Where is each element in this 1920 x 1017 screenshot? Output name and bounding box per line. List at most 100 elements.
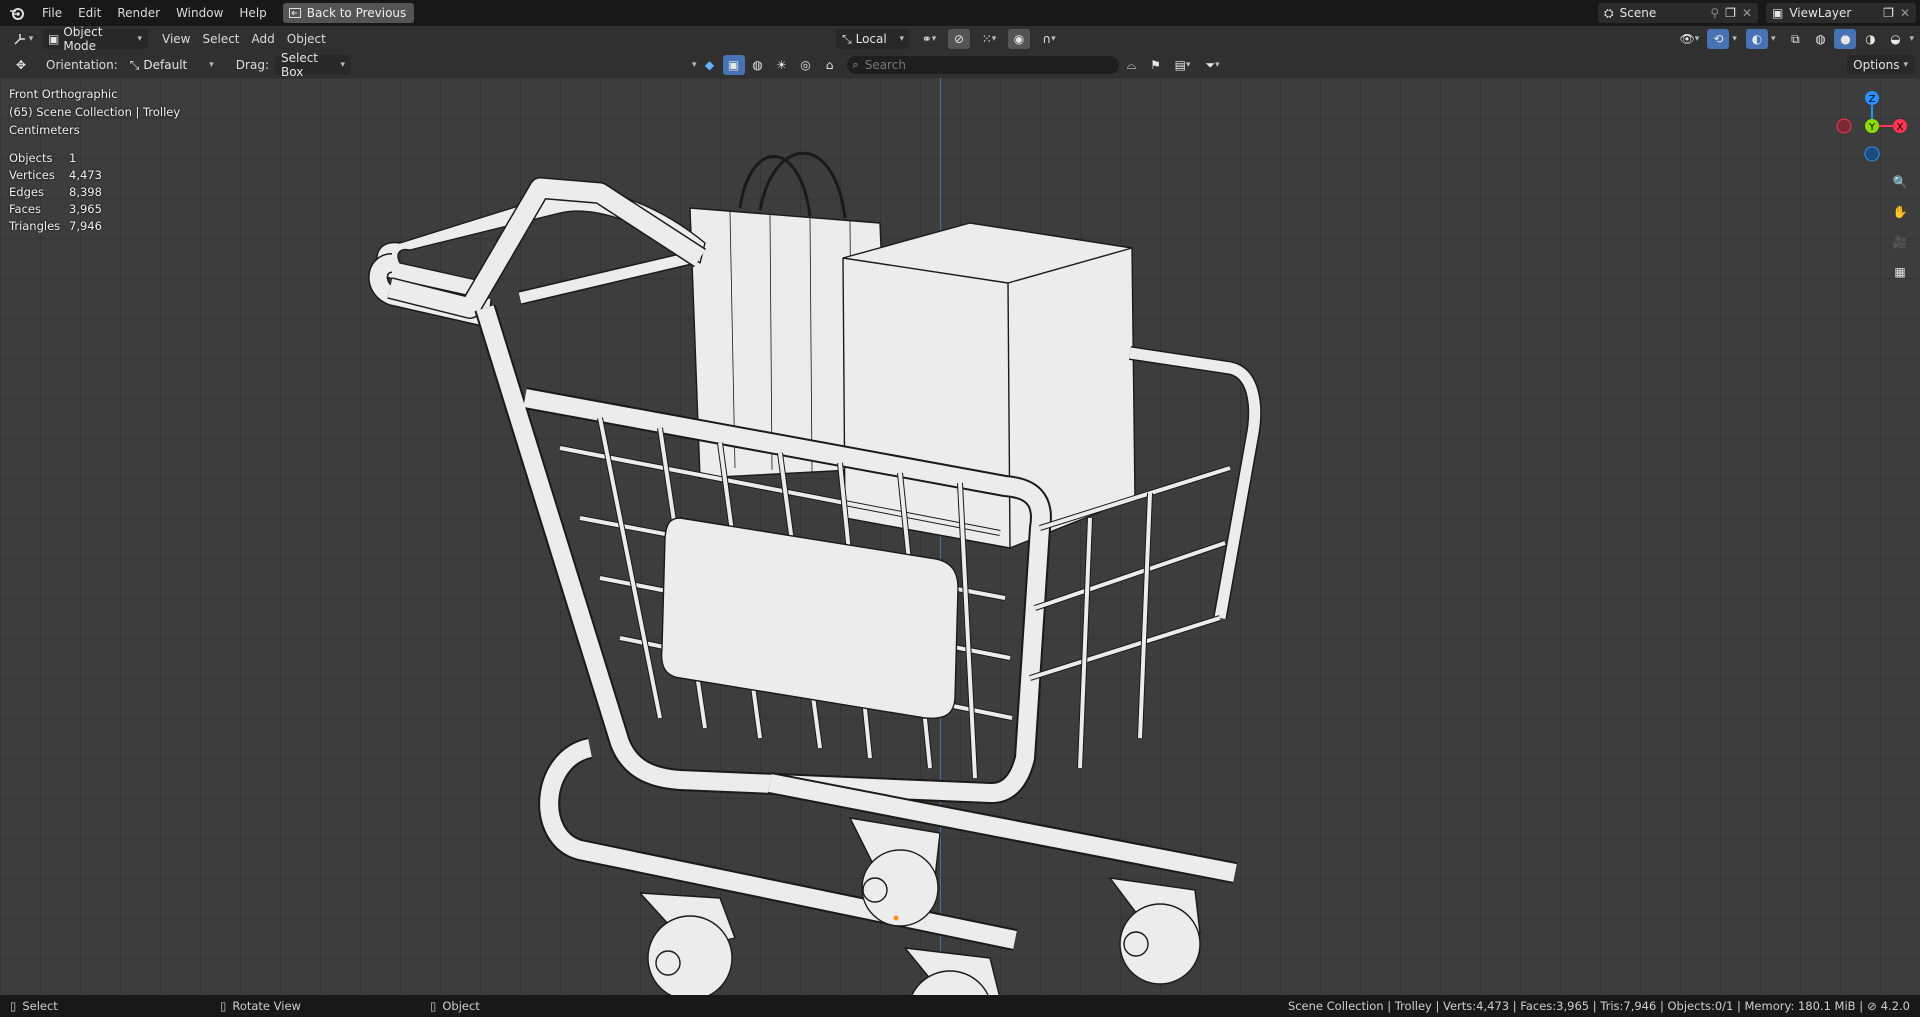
- search-input[interactable]: ⌕ Search: [846, 56, 1119, 74]
- rendered-shading-icon[interactable]: ◒: [1884, 29, 1906, 49]
- visibility-icon[interactable]: 👁 ▾: [1674, 29, 1704, 49]
- drag-label: Drag:: [235, 58, 269, 72]
- pin-icon[interactable]: ⚲: [1710, 6, 1719, 20]
- 3d-viewport[interactable]: Front Orthographic (65) Scene Collection…: [0, 78, 1920, 995]
- select-mode-icon[interactable]: ▣: [722, 55, 745, 75]
- warning-icon: ⊘: [1867, 999, 1877, 1013]
- mode-label: Object Mode: [63, 25, 103, 53]
- hint-label: Object: [442, 999, 480, 1013]
- status-hint-rotate: ▯ Rotate View: [220, 999, 430, 1013]
- orientation-dropdown[interactable]: ⤡ Default ▾: [123, 55, 220, 75]
- orientation-value: Default: [143, 58, 188, 72]
- mouse-middle-icon: ▯: [220, 999, 227, 1013]
- snap-icon[interactable]: ⊘: [948, 29, 970, 49]
- tool-header: ✥ Orientation: ⤡ Default ▾ Drag: Select …: [0, 51, 1920, 79]
- overlays-icon[interactable]: ◐: [1745, 29, 1768, 49]
- orientation-icon: ⤡: [842, 31, 852, 46]
- chevron-down-icon[interactable]: ▾: [1771, 34, 1776, 44]
- orientation-label: Orientation:: [46, 58, 118, 72]
- status-bar: ▯ Select ▯ Rotate View ▯ Object Scene Co…: [0, 995, 1920, 1017]
- snap-target-icon[interactable]: ⁙ ▾: [974, 29, 1004, 49]
- pivot-point-icon[interactable]: ⚭ ▾: [914, 29, 944, 49]
- object-type-icon[interactable]: ◆: [699, 55, 721, 75]
- orientation-icon: ⤡: [129, 57, 140, 72]
- filter-toggle-icon[interactable]: ⌓: [1121, 55, 1143, 75]
- status-hint-select: ▯ Select: [10, 999, 220, 1013]
- chevron-down-icon[interactable]: ▾: [1732, 34, 1737, 44]
- gizmo-x-label: X: [1897, 122, 1904, 133]
- gizmo-z-label: Z: [1869, 94, 1876, 105]
- trolley-model[interactable]: [0, 78, 1920, 995]
- chevron-down-icon: ▾: [899, 34, 904, 44]
- menu-render[interactable]: Render: [109, 2, 168, 24]
- chevron-down-icon[interactable]: ▾: [692, 60, 697, 70]
- mode-dropdown[interactable]: ▣ Object Mode ▾: [42, 25, 148, 53]
- new-scene-icon[interactable]: ❐: [1725, 6, 1736, 20]
- search-icon: ⌕: [852, 58, 859, 71]
- search-placeholder: Search: [864, 58, 906, 72]
- editor-type-icon[interactable]: ▾: [8, 29, 38, 49]
- close-icon[interactable]: ✕: [1900, 6, 1910, 20]
- chevron-down-icon: ▾: [340, 60, 345, 70]
- filter-world-icon[interactable]: ◎: [795, 55, 817, 75]
- filter-icon[interactable]: ⏷ ▾: [1199, 55, 1227, 75]
- transform-orientation-dropdown[interactable]: ⤡ Local ▾: [836, 29, 910, 49]
- gizmo-y-label: Y: [1868, 122, 1876, 133]
- camera-view-icon[interactable]: 🎥: [1889, 231, 1911, 253]
- orientation-label: Local: [855, 32, 887, 46]
- layout-icon[interactable]: ▤ ▾: [1169, 55, 1197, 75]
- menu-select[interactable]: Select: [196, 32, 245, 46]
- proportional-editing-icon[interactable]: ◉: [1008, 29, 1030, 49]
- chevron-down-icon: ▾: [137, 34, 142, 44]
- wheel-back-right: [1109, 877, 1201, 985]
- chevron-down-icon: ▾: [209, 60, 214, 70]
- object-mode-icon: ▣: [48, 32, 60, 46]
- scene-selector[interactable]: ⛭ Scene ⚲ ❐ ✕: [1598, 3, 1758, 23]
- close-icon[interactable]: ✕: [1742, 6, 1752, 20]
- view-layer-icon: ▣: [1772, 6, 1784, 20]
- chevron-down-icon[interactable]: ▾: [1909, 34, 1914, 44]
- status-hint-object: ▯ Object: [430, 999, 630, 1013]
- xray-icon[interactable]: ⧉: [1784, 29, 1806, 49]
- blender-logo-icon[interactable]: [0, 0, 34, 26]
- filter-sphere-icon[interactable]: ◍: [747, 55, 769, 75]
- menu-view[interactable]: View: [156, 32, 196, 46]
- menu-window[interactable]: Window: [168, 2, 231, 24]
- front-flap: [660, 517, 959, 720]
- version-label: 4.2.0: [1880, 999, 1910, 1013]
- origin-point: [893, 915, 899, 921]
- material-shading-icon[interactable]: ◑: [1859, 29, 1881, 49]
- drag-dropdown[interactable]: Select Box ▾: [274, 51, 351, 79]
- view-layer-name: ViewLayer: [1789, 6, 1852, 20]
- viewport-header: ▾ ▣ Object Mode ▾ View Select Add Object…: [0, 25, 1920, 53]
- filter-light-icon[interactable]: ☀: [771, 55, 793, 75]
- top-bar: File Edit Render Window Help Back to Pre…: [0, 0, 1920, 26]
- wheel-front-left: [639, 892, 736, 995]
- hint-label: Rotate View: [232, 999, 301, 1013]
- back-to-previous-button[interactable]: Back to Previous: [282, 3, 415, 23]
- zoom-icon[interactable]: 🔍: [1889, 171, 1911, 193]
- filter-camera-icon[interactable]: ⌂: [819, 55, 841, 75]
- perspective-grid-icon[interactable]: ▦: [1889, 261, 1911, 283]
- options-dropdown[interactable]: Options ▾: [1847, 55, 1914, 75]
- falloff-icon[interactable]: ∩ ▾: [1034, 29, 1064, 49]
- menu-edit[interactable]: Edit: [70, 2, 109, 24]
- wireframe-shading-icon[interactable]: ◍: [1809, 29, 1831, 49]
- move-tool-icon[interactable]: ✥: [10, 55, 32, 75]
- view-layer-selector[interactable]: ▣ ViewLayer ❐ ✕: [1766, 3, 1916, 23]
- options-label: Options: [1853, 58, 1900, 72]
- hint-label: Select: [22, 999, 58, 1013]
- menu-object[interactable]: Object: [281, 32, 332, 46]
- menu-add[interactable]: Add: [246, 32, 281, 46]
- menu-file[interactable]: File: [34, 2, 70, 24]
- back-icon: [288, 8, 301, 18]
- pan-hand-icon[interactable]: ✋: [1889, 201, 1911, 223]
- menu-help[interactable]: Help: [231, 2, 274, 24]
- solid-shading-icon[interactable]: ●: [1834, 29, 1857, 49]
- scene-stats-text: Scene Collection | Trolley | Verts:4,473…: [1287, 999, 1864, 1013]
- back-label: Back to Previous: [306, 6, 407, 20]
- new-layer-icon[interactable]: ❐: [1883, 6, 1894, 20]
- navigation-gizmo[interactable]: Z X Y: [1832, 86, 1912, 166]
- bookmark-icon[interactable]: ⚑: [1145, 55, 1167, 75]
- gizmo-icon[interactable]: ⟲: [1707, 29, 1730, 49]
